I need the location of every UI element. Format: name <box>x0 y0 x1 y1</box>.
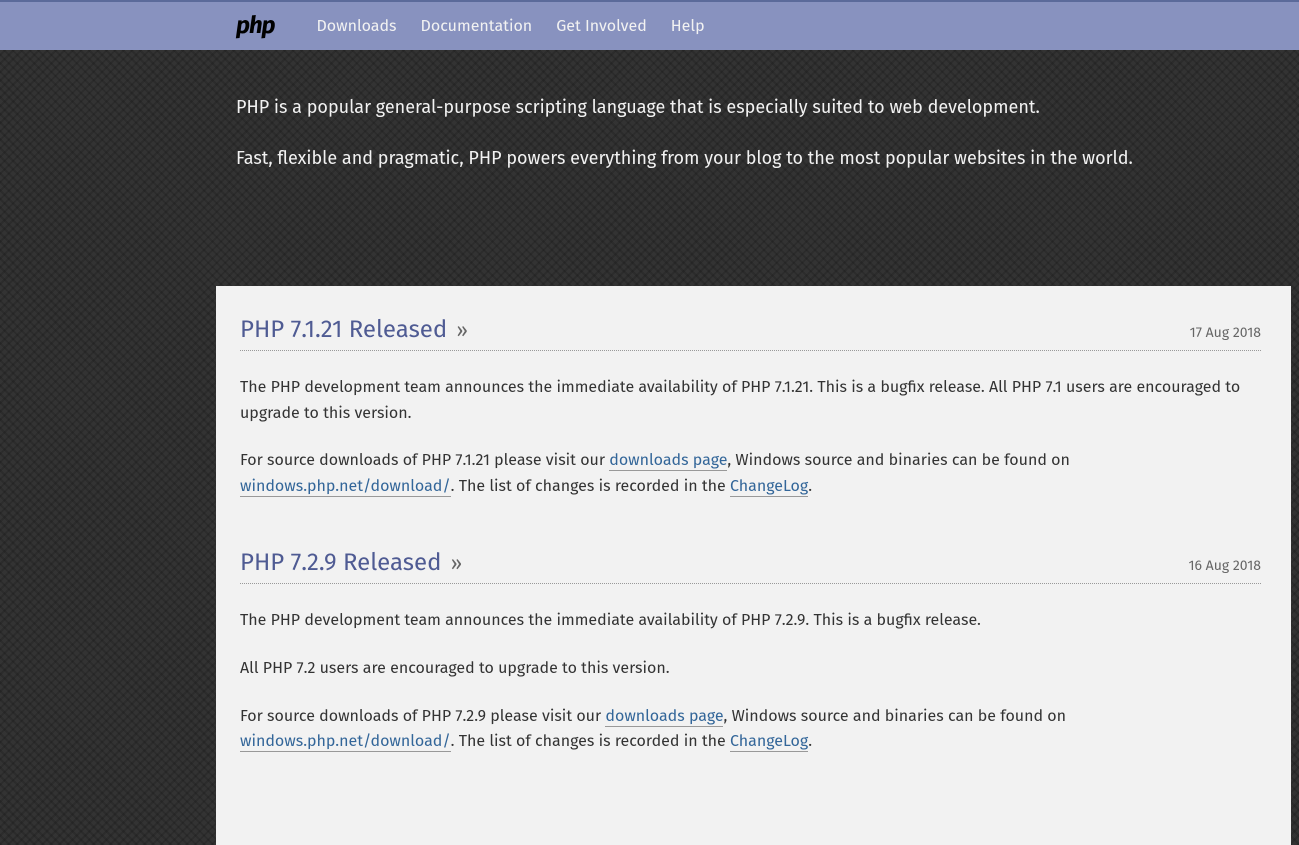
entry-title-arrow-icon: » <box>451 319 468 343</box>
entry-title-link[interactable]: PHP 7.1.21 Released <box>240 316 447 344</box>
inline-link[interactable]: windows.php.net/download/ <box>240 477 451 497</box>
hero-text-2: Fast, flexible and pragmatic, PHP powers… <box>236 145 1180 172</box>
entry-paragraph: For source downloads of PHP 7.2.9 please… <box>240 704 1261 755</box>
entry-date: 17 Aug 2018 <box>1190 324 1261 341</box>
news-entry: PHP 7.2.9 Released » 16 Aug 2018 The PHP d… <box>240 549 1261 754</box>
entry-title: PHP 7.2.9 Released » <box>240 549 462 577</box>
inline-link[interactable]: downloads page <box>609 451 727 471</box>
entry-header: PHP 7.1.21 Released » 17 Aug 2018 <box>240 316 1261 351</box>
entry-header: PHP 7.2.9 Released » 16 Aug 2018 <box>240 549 1261 584</box>
inline-link[interactable]: ChangeLog <box>730 477 808 497</box>
entry-paragraph: All PHP 7.2 users are encouraged to upgr… <box>240 656 1261 682</box>
entry-title-link[interactable]: PHP 7.2.9 Released <box>240 549 441 577</box>
entry-body: The PHP development team announces the i… <box>240 608 1261 754</box>
hero-text-1: PHP is a popular general-purpose scripti… <box>236 94 1180 121</box>
entry-title-arrow-icon: » <box>445 552 462 576</box>
news-content: PHP 7.1.21 Released » 17 Aug 2018 The PHP … <box>216 286 1291 845</box>
entry-title: PHP 7.1.21 Released » <box>240 316 468 344</box>
entry-body: The PHP development team announces the i… <box>240 375 1261 499</box>
entry-paragraph: The PHP development team announces the i… <box>240 375 1261 426</box>
inline-link[interactable]: windows.php.net/download/ <box>240 732 451 752</box>
inline-link[interactable]: downloads page <box>605 707 723 727</box>
nav-get-involved[interactable]: Get Involved <box>544 5 659 48</box>
nav-documentation[interactable]: Documentation <box>409 5 545 48</box>
nav-help[interactable]: Help <box>659 5 717 48</box>
inline-link[interactable]: ChangeLog <box>730 732 808 752</box>
php-logo[interactable]: php <box>236 12 275 40</box>
nav-downloads[interactable]: Downloads <box>305 5 409 48</box>
entry-paragraph: For source downloads of PHP 7.1.21 pleas… <box>240 448 1261 499</box>
entry-paragraph: The PHP development team announces the i… <box>240 608 1261 634</box>
topbar: php Downloads Documentation Get Involved… <box>0 2 1299 50</box>
main-nav: Downloads Documentation Get Involved Hel… <box>305 5 717 48</box>
hero: PHP is a popular general-purpose scripti… <box>0 50 1180 286</box>
entry-date: 16 Aug 2018 <box>1188 557 1261 574</box>
news-entry: PHP 7.1.21 Released » 17 Aug 2018 The PHP … <box>240 316 1261 499</box>
